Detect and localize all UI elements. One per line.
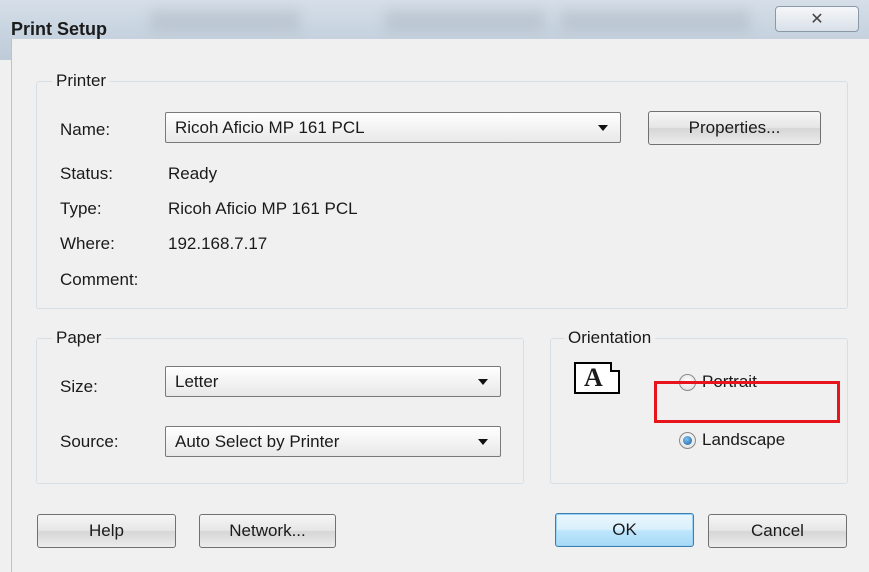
- landscape-radio[interactable]: [679, 432, 696, 449]
- close-icon: ✕: [810, 11, 824, 28]
- window-title: Print Setup: [11, 19, 108, 39]
- source-label: Source:: [60, 432, 119, 451]
- paper-size-select[interactable]: Letter: [165, 366, 501, 397]
- paper-legend: Paper: [52, 328, 106, 348]
- type-value: Ricoh Aficio MP 161 PCL: [168, 199, 358, 218]
- where-value: 192.168.7.17: [168, 234, 268, 253]
- paper-size-value: Letter: [175, 371, 219, 391]
- size-label: Size:: [60, 377, 98, 396]
- type-label: Type:: [60, 199, 102, 218]
- background-blur: [560, 10, 750, 32]
- orientation-legend: Orientation: [564, 328, 656, 348]
- paper-source-select[interactable]: Auto Select by Printer: [165, 426, 501, 457]
- where-label: Where:: [60, 234, 115, 253]
- name-label: Name:: [60, 120, 111, 139]
- cancel-button[interactable]: Cancel: [708, 514, 847, 548]
- chevron-down-icon: [478, 439, 488, 445]
- printer-name-value: Ricoh Aficio MP 161 PCL: [175, 117, 365, 137]
- landscape-highlight-box: [654, 381, 840, 423]
- help-button[interactable]: Help: [37, 514, 176, 548]
- background-blur: [150, 10, 300, 32]
- printer-legend: Printer: [52, 71, 111, 91]
- paper-group: [36, 338, 524, 484]
- orientation-letter: A: [584, 363, 603, 392]
- status-label: Status:: [60, 164, 113, 183]
- status-value: Ready: [168, 164, 218, 183]
- landscape-label[interactable]: Landscape: [702, 430, 785, 450]
- close-button[interactable]: ✕: [775, 6, 859, 32]
- ok-button[interactable]: OK: [555, 513, 694, 547]
- chevron-down-icon: [478, 379, 488, 385]
- background-blur: [385, 10, 545, 32]
- orientation-preview-icon: A: [574, 362, 620, 394]
- chevron-down-icon: [598, 125, 608, 131]
- page-fold-icon: [610, 362, 620, 372]
- properties-button[interactable]: Properties...: [648, 111, 821, 145]
- network-button[interactable]: Network...: [199, 514, 336, 548]
- printer-name-select[interactable]: Ricoh Aficio MP 161 PCL: [165, 112, 621, 143]
- comment-label: Comment:: [60, 270, 139, 289]
- paper-source-value: Auto Select by Printer: [175, 431, 340, 451]
